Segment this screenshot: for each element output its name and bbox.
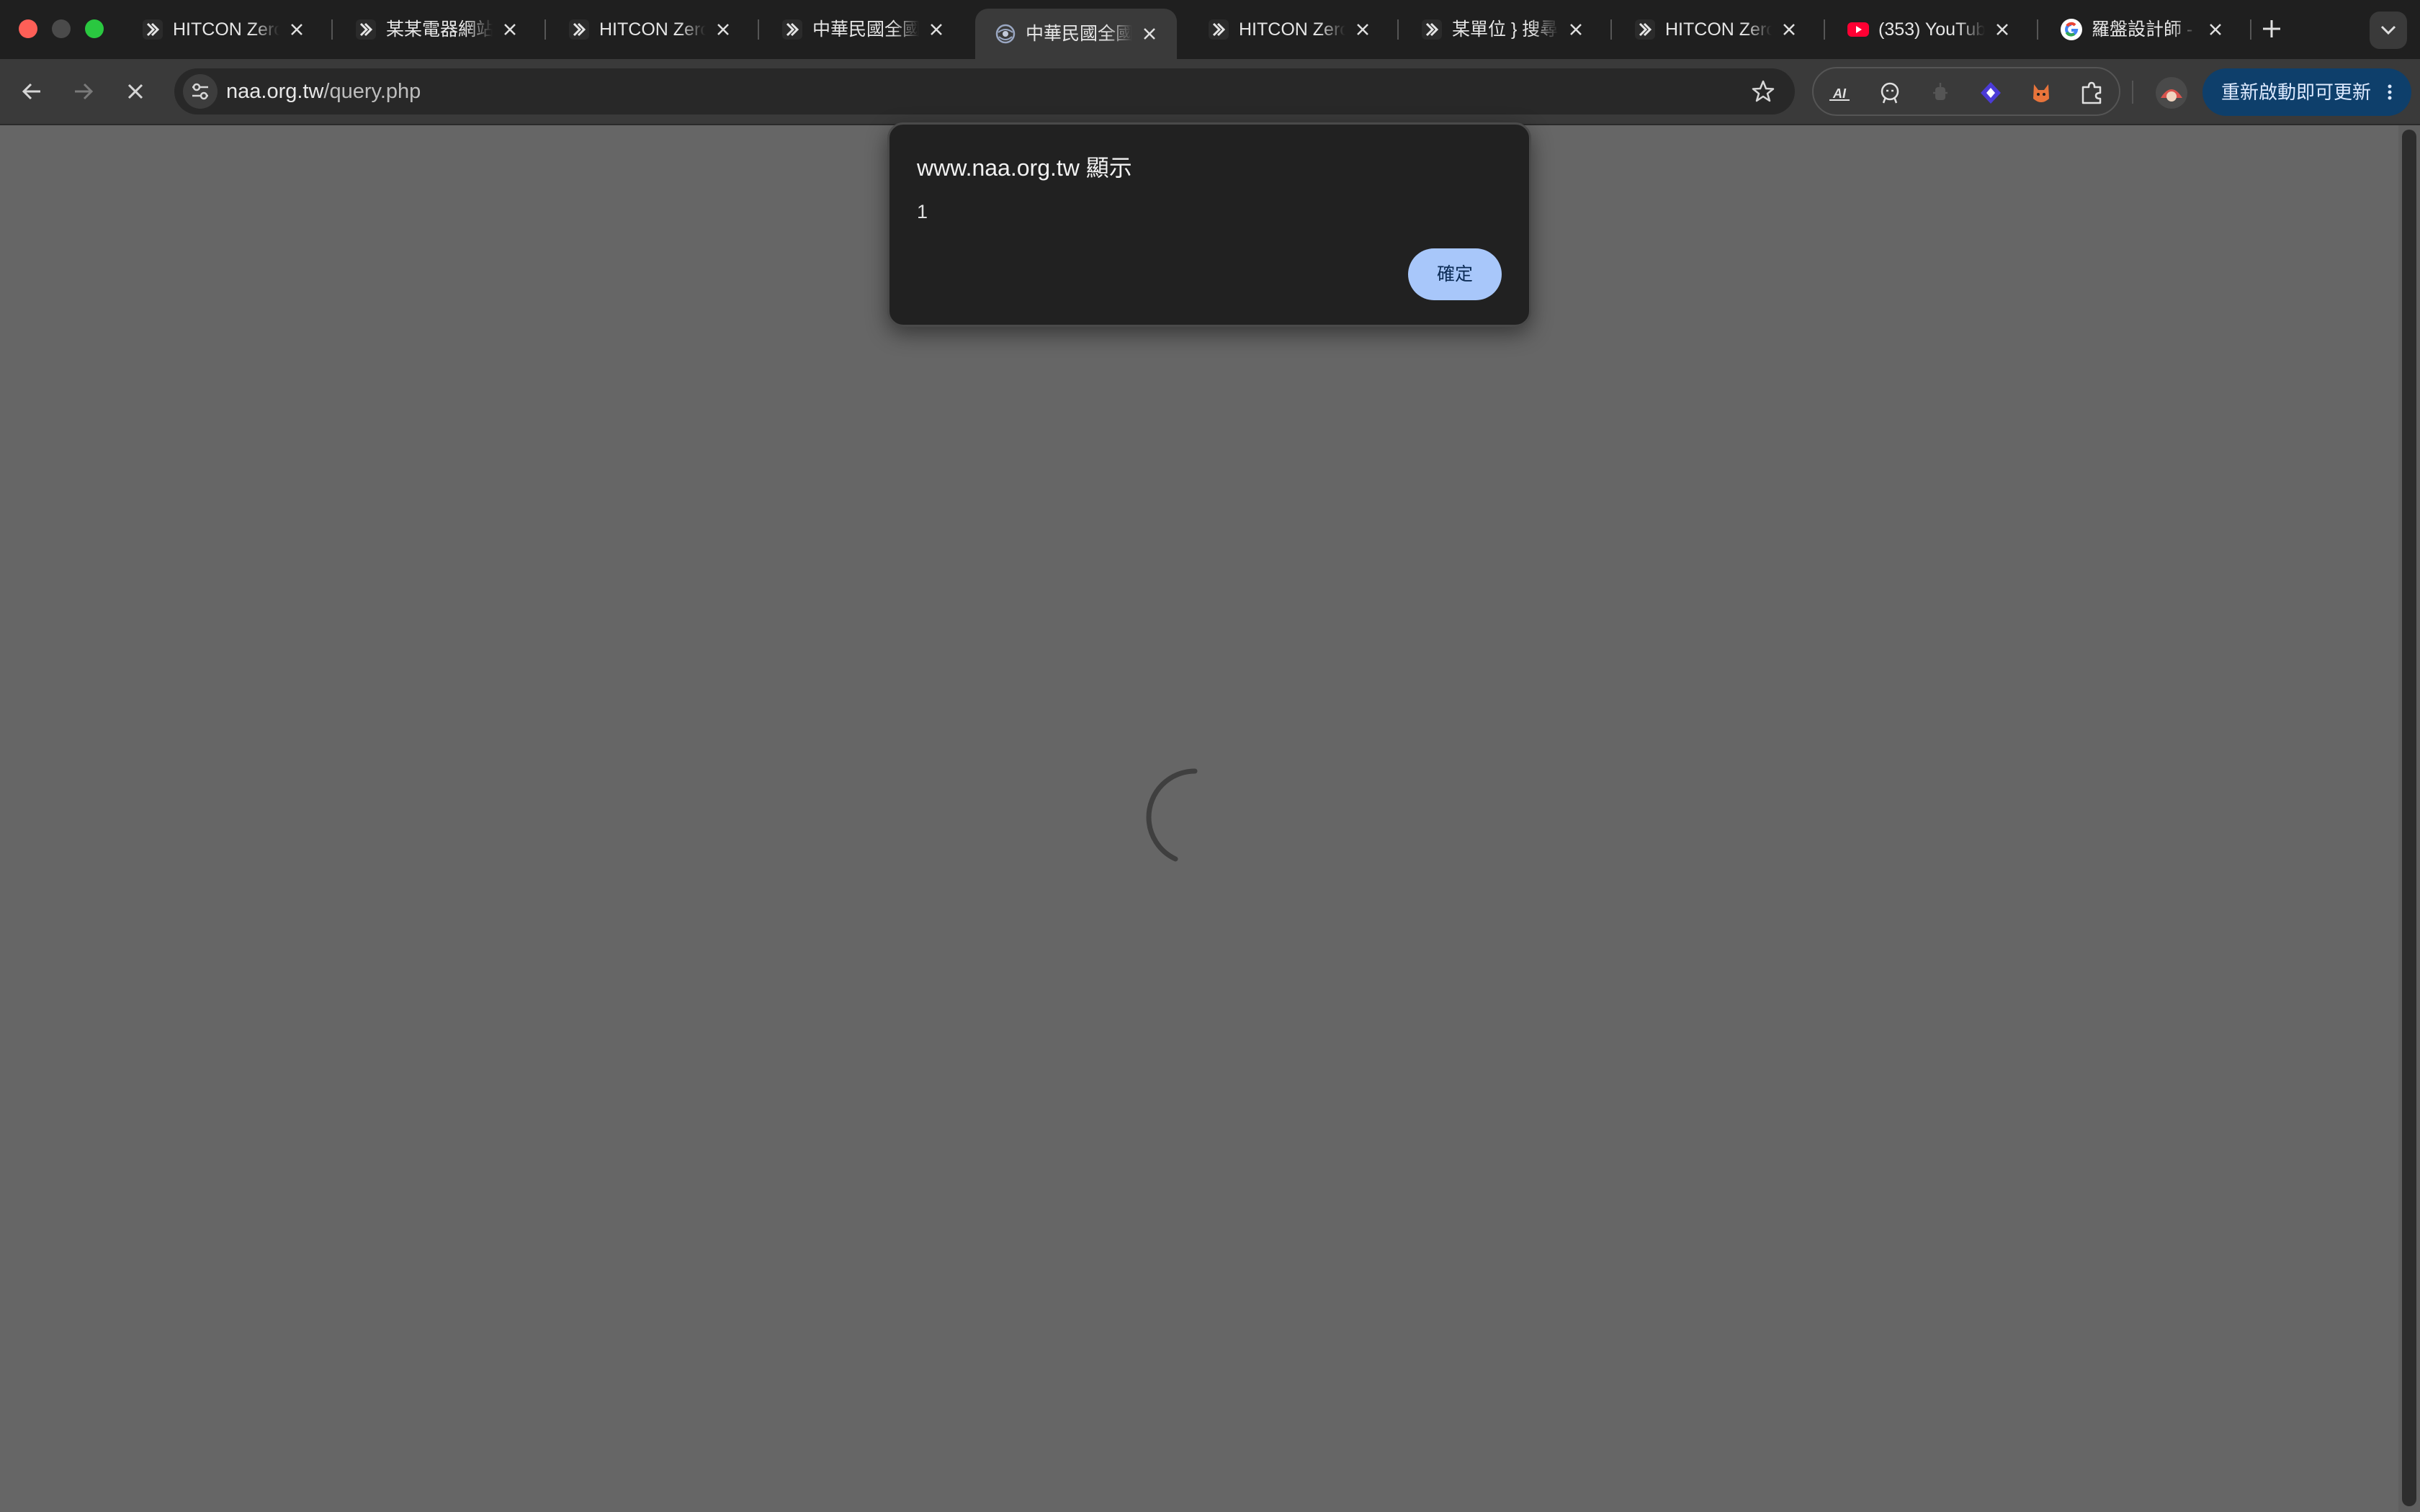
tab-separator [1397,19,1399,40]
dialog-message: 1 [917,201,928,222]
tab-title: 某單位 } 搜尋框 [1452,19,1559,40]
tab-search-button[interactable] [2370,12,2407,49]
toolbar-separator [2132,81,2133,104]
tab-electrical-site[interactable]: 某某電器網站存 [336,10,537,49]
dialog-title: www.naa.org.tw 顯示 [917,155,1132,181]
purple-diamond-extension-icon[interactable] [1976,78,2005,107]
close-icon[interactable] [287,19,307,40]
hitcon-zeroday-icon [1422,19,1442,40]
profile-avatar[interactable] [2155,76,2188,109]
tab-separator [2250,19,2251,40]
tab-naa-active[interactable]: 中華民國全國建 [975,9,1177,59]
disabled-extension-icon[interactable] [1926,78,1955,107]
tab-title: (353) YouTube [1878,19,1985,40]
dino-extension-icon[interactable] [1876,78,1904,107]
tab-title: 某某電器網站存 [386,19,493,40]
tab-title: HITCON Zero [599,19,706,40]
window-minimize-button[interactable] [52,19,71,38]
page-scrollbar-thumb[interactable] [2402,130,2416,1506]
url-path: /query.php [323,80,421,103]
tab-separator [1824,19,1825,40]
tab-title: 中華民國全國建 [812,19,919,40]
tab-title: HITCON Zero [173,19,279,40]
close-icon[interactable] [1139,24,1160,44]
tab-title: HITCON Zero [1665,19,1772,40]
close-icon[interactable] [1353,19,1373,40]
close-icon[interactable] [1779,19,1799,40]
hitcon-zeroday-icon [569,19,589,40]
address-bar[interactable]: naa.org.tw/query.php [174,68,1795,114]
tab-youtube[interactable]: (353) YouTube [1828,10,2030,49]
tab-separator [544,19,546,40]
close-icon[interactable] [1992,19,2012,40]
fox-extension-icon[interactable] [2027,78,2056,107]
ok-button[interactable]: 確定 [1408,248,1502,300]
tab-title: 中華民國全國建 [1026,24,1132,44]
forward-arrow-icon[interactable] [69,77,98,106]
tab-strip: HITCON Zero 某某電器網站存 HITCON Zero 中華民國全國建 [0,0,2420,59]
extensions-group: AI [1812,67,2120,116]
google-icon [2061,19,2082,40]
tab-google[interactable]: 羅盤設計師 - G [2041,10,2243,49]
tab-title: HITCON Zero [1239,19,1345,40]
stop-loading-icon[interactable] [121,77,150,106]
loading-spinner-icon [1146,768,1198,862]
tab-title: 羅盤設計師 - G [2092,19,2198,40]
url-domain: naa.org.tw [226,80,324,103]
tab-hitcon-3[interactable]: HITCON Zero [1188,10,1390,49]
ai-extension-icon[interactable]: AI [1825,78,1854,107]
svg-text:AI: AI [1832,86,1847,101]
update-button-label: 重新啟動即可更新 [2221,81,2372,103]
hitcon-zeroday-icon [356,19,376,40]
hitcon-zeroday-icon [1635,19,1655,40]
close-icon[interactable] [500,19,520,40]
tab-hitcon-1[interactable]: HITCON Zero [122,10,324,49]
chevron-down-icon [2380,25,2396,35]
tab-separator [2037,19,2038,40]
tab-search-box[interactable]: 某單位 } 搜尋框 [1402,10,1603,49]
hitcon-zeroday-icon [782,19,802,40]
tab-separator [331,19,333,40]
window-maximize-button[interactable] [85,19,104,38]
tune-icon [192,83,208,100]
tab-separator [758,19,759,40]
site-globe-icon [995,24,1016,44]
tab-hitcon-4[interactable]: HITCON Zero [1615,10,1816,49]
more-vert-icon [2388,84,2392,100]
tab-naa-1[interactable]: 中華民國全國建 [762,10,964,49]
hitcon-zeroday-icon [143,19,163,40]
new-tab-plus-icon[interactable] [2259,16,2285,42]
close-icon[interactable] [1566,19,1586,40]
tab-hitcon-2[interactable]: HITCON Zero [549,10,750,49]
close-icon[interactable] [926,19,946,40]
puzzle-piece-icon[interactable] [2077,78,2106,107]
close-icon[interactable] [2205,19,2226,40]
site-info-button[interactable] [183,74,218,109]
relaunch-to-update-button[interactable]: 重新啟動即可更新 [2202,68,2411,116]
bookmark-star-icon[interactable] [1750,78,1776,104]
back-arrow-icon[interactable] [17,77,46,106]
tab-separator [1610,19,1612,40]
browser-toolbar: naa.org.tw/query.php AI 重新啟動即可更新 [0,59,2420,125]
close-icon[interactable] [713,19,733,40]
window-close-button[interactable] [19,19,37,38]
hitcon-zeroday-icon [1209,19,1229,40]
url-text[interactable]: naa.org.tw/query.php [226,80,421,103]
js-alert-dialog: www.naa.org.tw 顯示 1 確定 [887,122,1531,327]
youtube-icon [1847,22,1869,37]
